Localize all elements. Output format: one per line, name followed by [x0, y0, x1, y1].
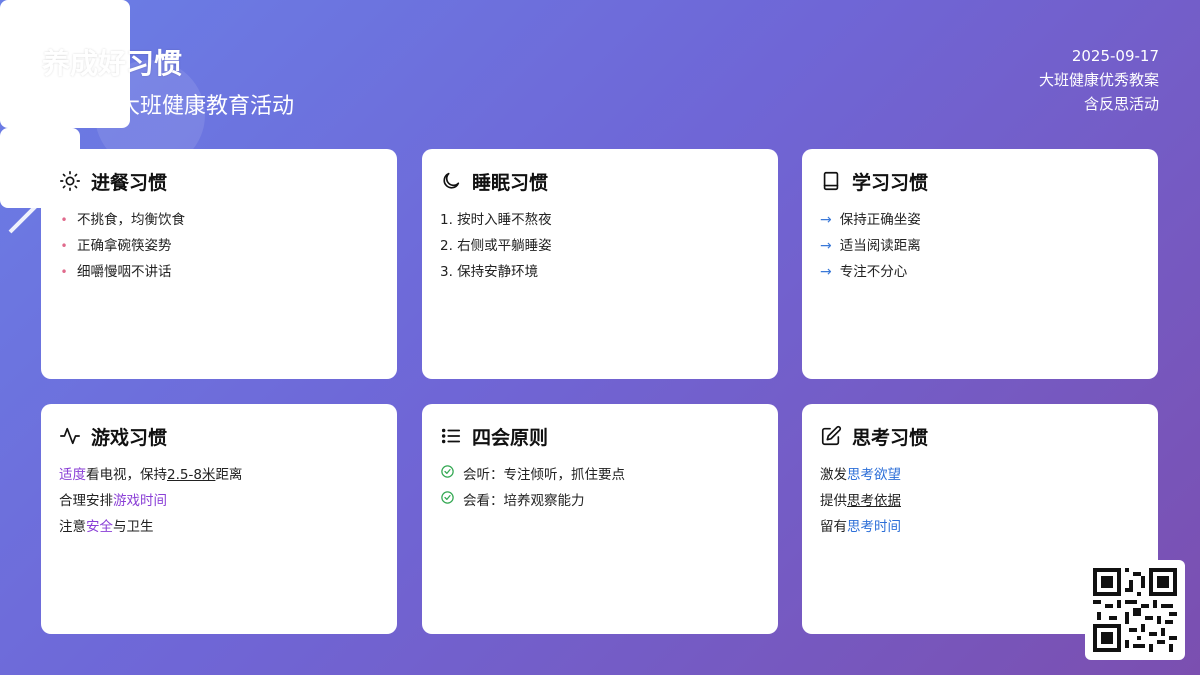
list-item: 会看：培养观察能力	[440, 488, 760, 514]
card-title: 学习习惯	[852, 171, 929, 194]
card-title: 思考习惯	[852, 426, 929, 449]
bullet-dot-icon: •	[60, 239, 68, 253]
card-title: 游戏习惯	[91, 426, 168, 449]
meta-info: 2025-09-17 大班健康优秀教案 含反思活动	[1039, 44, 1159, 116]
meta-line-2: 大班健康优秀教案	[1038, 71, 1159, 89]
arrow-right-icon: →	[820, 264, 832, 280]
habit-list: 1. 按时入睡不熬夜 2. 右侧或平躺睡姿 3. 保持安静环境	[440, 207, 760, 285]
habit-list: • 不挑食，均衡饮食 • 正确拿碗筷姿势 • 细嚼慢咽不讲话	[59, 207, 379, 285]
card-title: 四会原则	[472, 426, 549, 449]
list-item: 会听：专注倾听，抓住要点	[440, 462, 760, 488]
habit-list: 激发思考欲望 提供思考依据 留有思考时间	[820, 462, 1140, 540]
page-title: 养成好习惯	[42, 47, 183, 80]
book-icon	[820, 170, 842, 192]
list-item: 留有思考时间	[820, 519, 901, 535]
list-item: 激发思考欲望	[820, 467, 901, 483]
card-header: 学习习惯	[820, 169, 1140, 194]
list-item: → 专注不分心	[820, 259, 1140, 285]
card-title: 进餐习惯	[91, 171, 168, 194]
meta-date: 2025-09-17	[1071, 47, 1159, 65]
check-circle-icon	[440, 462, 455, 488]
list-item: • 正确拿碗筷姿势	[59, 233, 379, 259]
card-header: 游戏习惯	[59, 424, 379, 449]
bullet-dot-icon: •	[60, 213, 68, 227]
card-header: 进餐习惯	[59, 169, 379, 194]
habit-list: → 保持正确坐姿 → 适当阅读距离 → 专注不分心	[820, 207, 1140, 285]
bullet-dot-icon: •	[60, 265, 68, 279]
arrow-right-icon: →	[820, 238, 832, 254]
list-item: 1. 按时入睡不熬夜	[440, 212, 552, 228]
list-item: → 适当阅读距离	[820, 233, 1140, 259]
list-item: 合理安排游戏时间	[59, 493, 167, 509]
page-subtitle: 大班健康教育活动	[118, 94, 295, 119]
list-item: 提供思考依据	[820, 493, 901, 509]
list-item: 3. 保持安静环境	[440, 264, 539, 280]
card-header: 思考习惯	[820, 424, 1140, 449]
card-play-habits: 游戏习惯 适度看电视，保持2.5-8米距离 合理安排游戏时间 注意安全与卫生	[41, 404, 397, 634]
card-study-habits: 学习习惯 → 保持正确坐姿 → 适当阅读距离 → 专注不分心	[802, 149, 1158, 379]
habit-list: 适度看电视，保持2.5-8米距离 合理安排游戏时间 注意安全与卫生	[59, 462, 379, 540]
list-item: • 不挑食，均衡饮食	[59, 207, 379, 233]
list-item: 2. 右侧或平躺睡姿	[440, 238, 552, 254]
check-circle-icon	[440, 488, 455, 514]
list-icon	[440, 425, 462, 447]
list-item: • 细嚼慢咽不讲话	[59, 259, 379, 285]
qr-code-icon	[1093, 568, 1177, 652]
edit-icon	[820, 425, 842, 447]
card-title: 睡眠习惯	[472, 171, 549, 194]
arrow-right-icon: →	[820, 212, 832, 228]
list-item: 注意安全与卫生	[59, 519, 154, 535]
activity-icon	[59, 425, 81, 447]
meta-line-3: 含反思活动	[1083, 95, 1159, 113]
habit-list: 会听：专注倾听，抓住要点 会看：培养观察能力	[440, 462, 760, 514]
card-eating-habits: 进餐习惯 • 不挑食，均衡饮食 • 正确拿碗筷姿势 • 细嚼慢咽不讲话	[41, 149, 397, 379]
card-header: 四会原则	[440, 424, 760, 449]
card-four-principles: 四会原则 会听：专注倾听，抓住要点 会看：培养观察能力	[422, 404, 778, 634]
card-header: 睡眠习惯	[440, 169, 760, 194]
qr-code[interactable]	[1085, 560, 1185, 660]
card-sleep-habits: 睡眠习惯 1. 按时入睡不熬夜 2. 右侧或平躺睡姿 3. 保持安静环境	[422, 149, 778, 379]
list-item: → 保持正确坐姿	[820, 207, 1140, 233]
moon-icon	[440, 170, 462, 192]
list-item: 适度看电视，保持2.5-8米距离	[59, 467, 243, 483]
sun-icon	[59, 170, 81, 192]
